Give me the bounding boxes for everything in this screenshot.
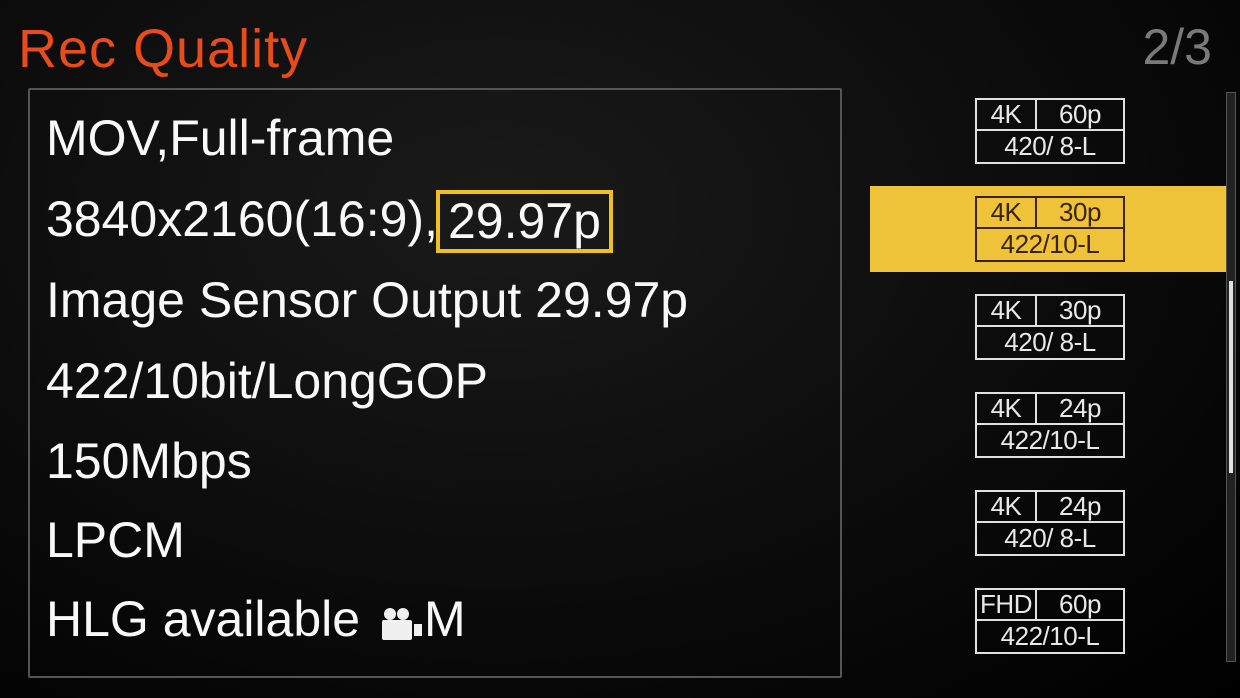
page-indicator: 2/3 <box>1142 18 1212 76</box>
option-codec: 422/10-L <box>975 425 1125 458</box>
quality-option-2[interactable]: 4K30p420/ 8-L <box>870 284 1230 370</box>
option-resolution: FHD <box>975 588 1035 621</box>
option-codec: 420/ 8-L <box>975 523 1125 556</box>
option-fps: 24p <box>1035 490 1125 523</box>
detail-hlg: HLG available M <box>46 580 824 665</box>
option-codec: 420/ 8-L <box>975 327 1125 360</box>
detail-sensor-output: Image Sensor Output 29.97p <box>46 260 824 341</box>
detail-format: MOV,Full-frame <box>46 110 394 166</box>
option-resolution: 4K <box>975 294 1035 327</box>
detail-hlg-label: HLG available <box>46 591 360 647</box>
detail-hlg-suffix: M <box>424 591 466 647</box>
option-fps: 60p <box>1035 98 1125 131</box>
quality-option-1[interactable]: 4K30p422/10-L <box>870 186 1230 272</box>
detail-resolution: 3840x2160(16:9), <box>46 191 438 247</box>
format-detail-panel: MOV,Full-frame 3840x2160(16:9),29.97p Im… <box>28 88 842 678</box>
option-fps: 60p <box>1035 588 1125 621</box>
quality-option-0[interactable]: 4K60p420/ 8-L <box>870 88 1230 174</box>
quality-option-5[interactable]: FHD60p422/10-L <box>870 578 1230 664</box>
option-resolution: 4K <box>975 98 1035 131</box>
option-codec: 422/10-L <box>975 229 1125 262</box>
detail-audio: LPCM <box>46 501 824 580</box>
option-resolution: 4K <box>975 196 1035 229</box>
framerate-highlight: 29.97p <box>436 190 613 253</box>
menu-title: Rec Quality <box>18 18 308 80</box>
detail-resolution-line: 3840x2160(16:9),29.97p <box>46 179 824 260</box>
option-resolution: 4K <box>975 392 1035 425</box>
scrollbar-thumb[interactable] <box>1229 281 1233 473</box>
detail-container: MOV,Full-frame <box>46 98 824 179</box>
quality-options-list: 4K60p420/ 8-L4K30p422/10-L4K30p420/ 8-L4… <box>870 88 1230 678</box>
option-fps: 30p <box>1035 294 1125 327</box>
detail-bitrate: 150Mbps <box>46 422 824 501</box>
quality-option-3[interactable]: 4K24p422/10-L <box>870 382 1230 468</box>
detail-codec: 422/10bit/LongGOP <box>46 341 824 422</box>
video-camera-icon <box>380 586 424 665</box>
option-resolution: 4K <box>975 490 1035 523</box>
option-fps: 30p <box>1035 196 1125 229</box>
option-codec: 422/10-L <box>975 621 1125 654</box>
option-fps: 24p <box>1035 392 1125 425</box>
option-codec: 420/ 8-L <box>975 131 1125 164</box>
quality-option-4[interactable]: 4K24p420/ 8-L <box>870 480 1230 566</box>
scrollbar[interactable] <box>1226 92 1236 662</box>
